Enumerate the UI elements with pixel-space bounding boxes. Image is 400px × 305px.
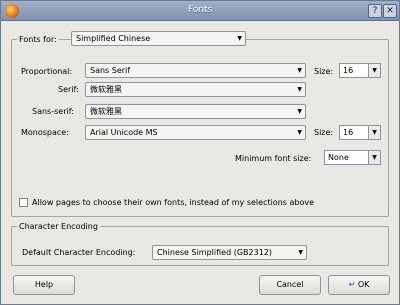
monospace-size-select[interactable]: 16 ▼ xyxy=(339,125,381,140)
chevron-down-icon: ▼ xyxy=(297,129,302,136)
encoding-label: Default Character Encoding: xyxy=(22,248,136,257)
proportional-label: Proportional: xyxy=(21,67,73,76)
ok-label: OK xyxy=(357,280,370,289)
proportional-size-value: 16 xyxy=(343,66,354,75)
allow-pages-label[interactable]: Allow pages to choose their own fonts, i… xyxy=(32,198,314,207)
chevron-down-icon: ▼ xyxy=(368,126,380,139)
chevron-down-icon: ▼ xyxy=(297,67,302,74)
fonts-for-value: Simplified Chinese xyxy=(76,34,151,43)
chevron-down-icon: ▼ xyxy=(368,64,380,77)
serif-select[interactable]: 微软雅黑 ▼ xyxy=(85,82,306,97)
sans-serif-label: Sans-serif: xyxy=(32,107,74,116)
help-button[interactable]: Help xyxy=(13,275,75,295)
allow-pages-checkbox[interactable] xyxy=(19,198,28,207)
chevron-down-icon: ▼ xyxy=(298,249,303,256)
serif-value: 微软雅黑 xyxy=(90,85,122,94)
proportional-value: Sans Serif xyxy=(90,66,131,75)
chevron-down-icon: ▼ xyxy=(237,35,242,42)
ok-button[interactable]: ↵ OK xyxy=(328,275,390,295)
proportional-size-select[interactable]: 16 ▼ xyxy=(339,63,381,78)
encoding-group-label: Character Encoding xyxy=(17,222,100,231)
monospace-size-value: 16 xyxy=(343,128,354,137)
serif-label: Serif: xyxy=(58,85,79,94)
help-title-icon[interactable]: ? xyxy=(368,4,382,18)
encoding-value: Chinese Simplified (GB2312) xyxy=(157,248,272,257)
chevron-down-icon: ▼ xyxy=(297,86,302,93)
sans-serif-select[interactable]: 微软雅黑 ▼ xyxy=(85,104,306,119)
fonts-for-label: Fonts for: xyxy=(17,35,59,44)
monospace-select[interactable]: Arial Unicode MS ▼ xyxy=(85,125,306,140)
chevron-down-icon: ▼ xyxy=(368,151,380,164)
minimum-font-size-value: None xyxy=(328,153,349,162)
fonts-dialog: Fonts ? ✕ Fonts for: Simplified Chinese … xyxy=(0,0,400,305)
minimum-font-size-select[interactable]: None ▼ xyxy=(324,150,381,165)
cancel-button[interactable]: Cancel xyxy=(259,275,321,295)
window-title: Fonts xyxy=(187,5,213,15)
return-arrow-icon: ↵ xyxy=(348,280,356,289)
title-bar[interactable]: Fonts ? ✕ xyxy=(1,1,399,21)
chevron-down-icon: ▼ xyxy=(297,108,302,115)
close-icon[interactable]: ✕ xyxy=(383,4,397,18)
monospace-value: Arial Unicode MS xyxy=(90,128,158,137)
proportional-size-label: Size: xyxy=(314,67,334,76)
fonts-for-select[interactable]: Simplified Chinese ▼ xyxy=(71,31,246,46)
monospace-size-label: Size: xyxy=(314,128,334,137)
proportional-select[interactable]: Sans Serif ▼ xyxy=(85,63,306,78)
minimum-font-size-label: Minimum font size: xyxy=(235,154,312,163)
sans-serif-value: 微软雅黑 xyxy=(90,107,122,116)
monospace-label: Monospace: xyxy=(21,128,69,137)
encoding-select[interactable]: Chinese Simplified (GB2312) ▼ xyxy=(152,245,307,260)
